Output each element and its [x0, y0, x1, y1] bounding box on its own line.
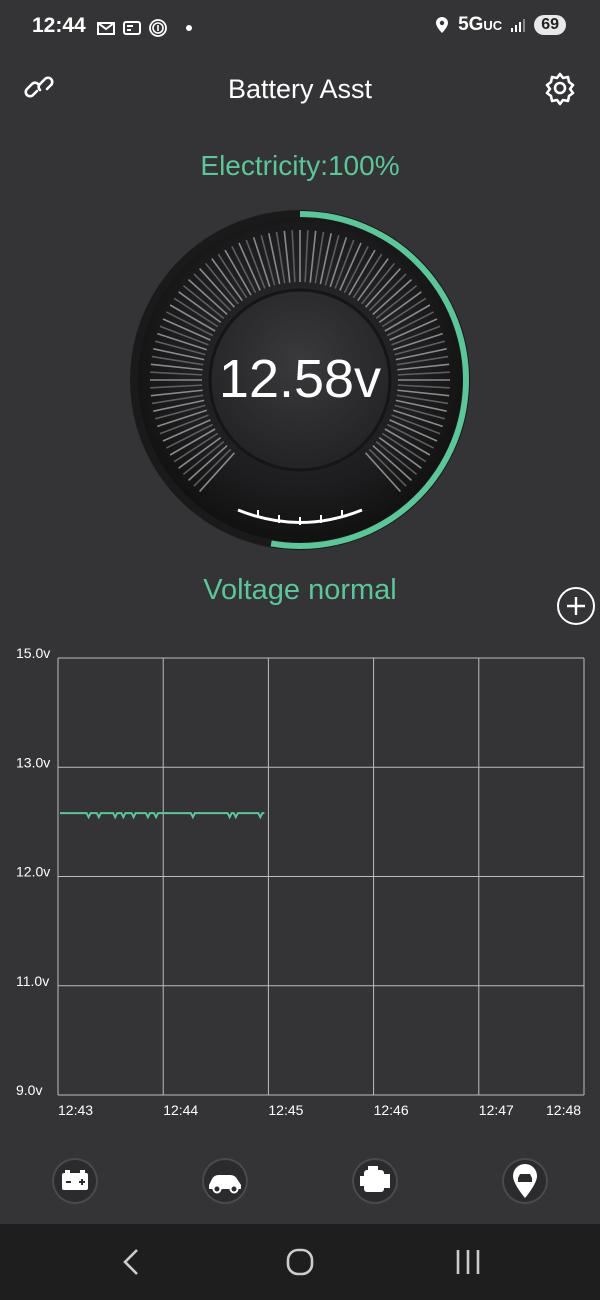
location-icon [436, 17, 449, 33]
battery-icon [62, 1170, 88, 1190]
electricity-label: Electricity:100% [200, 150, 400, 181]
bottom-tab-bar [0, 1150, 600, 1220]
notification-icons [96, 18, 192, 38]
signal-icon [511, 19, 526, 32]
status-time: 12:44 [32, 14, 86, 37]
y-tick-label: 11.0v [16, 973, 49, 989]
x-tick-label: 12:44 [163, 1102, 198, 1118]
system-nav-bar [0, 1224, 600, 1300]
y-tick-label: 12.0v [16, 864, 50, 880]
status-bar: 12:44 5GUC 69 [0, 0, 600, 56]
y-tick-label: 9.0v [16, 1082, 42, 1098]
fingerprint-icon [149, 19, 167, 37]
x-axis-labels: 12:43 12:44 12:45 12:46 12:47 12:48 [58, 1102, 581, 1118]
car-icon [209, 1175, 241, 1194]
voltage-chart: 15.0v 13.0v 12.0v 11.0v 9.0v 12:43 12:44 12:45… [16, 645, 585, 1118]
x-tick-label: 12:43 [58, 1102, 93, 1118]
back-icon[interactable] [112, 1242, 152, 1282]
car-location-icon [513, 1164, 537, 1198]
chart-grid [57, 657, 585, 1096]
x-tick-label: 12:48 [546, 1102, 581, 1118]
voltage-value: 12.58v [218, 349, 382, 409]
chart-series [60, 812, 265, 820]
tab-car[interactable] [202, 1158, 248, 1204]
y-tick-label: 13.0v [16, 754, 50, 770]
app-header: Battery Asst [0, 60, 600, 120]
network-type: 5GUC [458, 14, 503, 35]
tab-engine[interactable] [352, 1158, 398, 1204]
home-icon[interactable] [280, 1242, 320, 1282]
y-axis-labels: 15.0v 13.0v 12.0v 11.0v 9.0v [16, 645, 50, 1098]
add-button[interactable] [556, 586, 596, 626]
voltage-series-line [60, 812, 265, 820]
tab-car-location[interactable] [502, 1158, 548, 1204]
x-tick-label: 12:46 [374, 1102, 409, 1118]
engine-icon [360, 1166, 390, 1192]
x-tick-label: 12:45 [268, 1102, 303, 1118]
battery-level: 69 [534, 15, 566, 35]
x-tick-label: 12:47 [479, 1102, 514, 1118]
more-notifications-dot [186, 25, 192, 31]
gear-icon[interactable] [542, 70, 578, 106]
page-title: Battery Asst [227, 74, 373, 104]
recents-icon[interactable] [448, 1242, 488, 1282]
tab-battery[interactable] [52, 1158, 98, 1204]
status-right: 5GUC 69 [432, 14, 566, 36]
voltage-status: Voltage normal [203, 574, 397, 606]
y-tick-label: 15.0v [16, 645, 50, 661]
news-icon [123, 21, 141, 35]
gmail-icon [97, 22, 115, 35]
